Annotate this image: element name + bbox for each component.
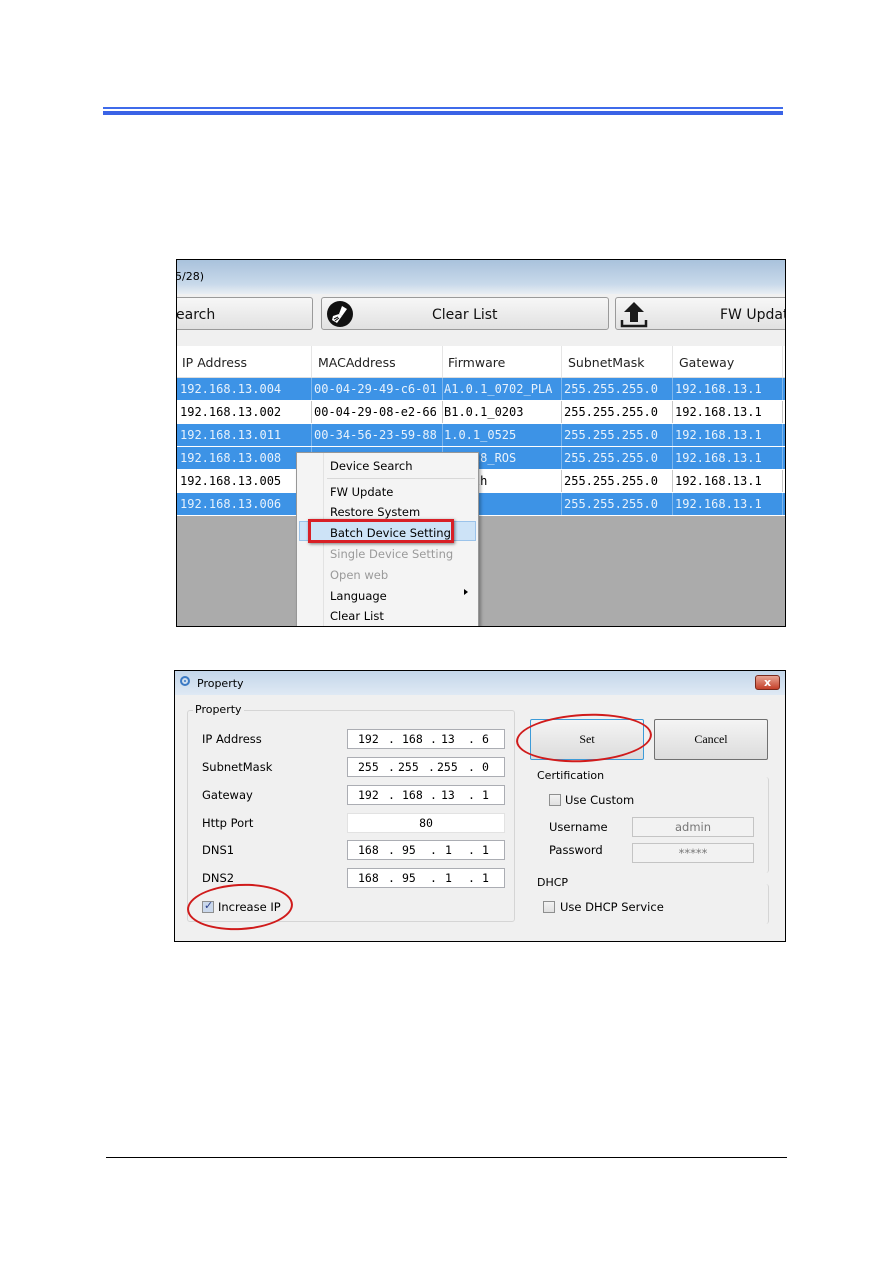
menu-item-fw-update[interactable]: FW Update [330, 485, 393, 499]
table-header: IP Address MACAddress Firmware SubnetMas… [177, 346, 785, 378]
cell-mask: 255.255.255.0 [564, 474, 658, 488]
upload-icon [620, 302, 648, 328]
table-row[interactable]: 192.168.13.004 00-04-29-49-c6-01 A1.0.1_07… [177, 378, 785, 401]
dns1-input[interactable]: 168. 95. 1. 1 [347, 840, 505, 860]
cell-mac: 00-34-56-23-59-88 [314, 428, 437, 442]
dialog-titlebar: Property x [175, 671, 785, 695]
column-header-subnetmask[interactable]: SubnetMask [568, 355, 645, 370]
username-label: Username [549, 820, 608, 834]
table-row[interactable]: 192.168.13.008 2_0428_ROS 255.255.255.0 192… [177, 447, 785, 470]
cell-mask: 255.255.255.0 [564, 428, 658, 442]
broom-icon [327, 301, 353, 327]
header-rule-thick [103, 111, 783, 115]
fw-update-button[interactable]: FW Updat [615, 297, 786, 330]
password-label: Password [549, 843, 603, 857]
gateway-input[interactable]: 192. 168. 13. 1 [347, 785, 505, 805]
use-custom-label: Use Custom [565, 793, 635, 807]
app-icon [180, 676, 190, 686]
dns2-label: DNS2 [202, 871, 235, 885]
menu-item-single-device-setting: Single Device Setting [330, 547, 454, 561]
device-search-label: earch [176, 307, 216, 323]
use-dhcp-label: Use DHCP Service [560, 900, 664, 914]
cell-ip: 192.168.13.006 [180, 497, 282, 511]
cell-firmware: B1.0.1_0203 [444, 405, 524, 419]
clear-list-button[interactable]: Clear List [321, 297, 609, 330]
fw-update-label: FW Updat [720, 307, 786, 323]
gateway-label: Gateway [202, 788, 253, 802]
menu-item-clear-list[interactable]: Clear List [330, 609, 384, 623]
dns1-label: DNS1 [202, 843, 235, 857]
subnetmask-input[interactable]: 255. 255. 255. 0 [347, 757, 505, 777]
column-header-gateway[interactable]: Gateway [679, 355, 734, 370]
clear-list-label: Clear List [432, 307, 498, 323]
table-row[interactable]: 192.168.13.011 00-34-56-23-59-88 1.0.1_052… [177, 424, 785, 447]
close-button[interactable]: x [755, 675, 780, 690]
cell-mask: 255.255.255.0 [564, 405, 658, 419]
table-row[interactable]: 192.168.13.005_1002h255.255.255.0192.168… [177, 470, 785, 493]
username-input[interactable]: admin [632, 817, 754, 837]
column-header-ip[interactable]: IP Address [182, 355, 247, 370]
menu-item-restore-system[interactable]: Restore System [330, 505, 420, 519]
cell-ip: 192.168.13.011 [180, 428, 282, 442]
http-port-label: Http Port [202, 816, 254, 830]
property-dialog: Property x Property IP Address 192. 168.… [174, 670, 786, 942]
cell-gateway: 192.168.13.1 [675, 451, 762, 465]
cell-gateway: 192.168.13.1 [675, 474, 762, 488]
header-rule-thin [103, 107, 783, 109]
ip-address-input[interactable]: 192. 168. 13. 6 [347, 729, 505, 749]
table-row[interactable]: 192.168.13.006206255.255.255.0192.168.13… [177, 493, 785, 516]
submenu-arrow-icon [464, 589, 468, 595]
http-port-input[interactable]: 80 [347, 813, 505, 833]
cell-gateway: 192.168.13.1 [675, 382, 762, 396]
device-search-button[interactable]: earch [176, 297, 313, 330]
property-group-legend: Property [193, 703, 244, 716]
cell-gateway: 192.168.13.1 [675, 497, 762, 511]
table-body: 192.168.13.004 00-04-29-49-c6-01 A1.0.1_07… [177, 378, 785, 516]
cancel-button[interactable]: Cancel [654, 719, 768, 760]
window-titlebar: 5/28) [177, 260, 785, 294]
cell-mac: 00-04-29-49-c6-01 [314, 382, 437, 396]
column-header-mac[interactable]: MACAddress [318, 355, 396, 370]
cell-ip: 192.168.13.004 [180, 382, 282, 396]
menu-item-open-web: Open web [330, 568, 389, 582]
cell-mac: 00-04-29-08-e2-66 [314, 405, 437, 419]
subnetmask-label: SubnetMask [202, 760, 273, 774]
toolbar: earch Clear List FW Updat [177, 294, 785, 346]
use-custom-checkbox[interactable] [549, 794, 561, 806]
cell-ip: 192.168.13.002 [180, 405, 282, 419]
window-title: 5/28) [176, 270, 204, 283]
menu-separator [327, 478, 475, 479]
password-input[interactable]: ***** [632, 843, 754, 863]
column-header-firmware[interactable]: Firmware [448, 355, 505, 370]
cell-ip: 192.168.13.008 [180, 451, 282, 465]
dns2-input[interactable]: 168. 95. 1. 1 [347, 868, 505, 888]
cell-firmware: 1.0.1_0525 [444, 428, 517, 442]
menu-item-device-search[interactable]: Device Search [330, 459, 413, 473]
dialog-title: Property [197, 677, 244, 690]
use-dhcp-checkbox[interactable] [543, 901, 555, 913]
cell-gateway: 192.168.13.1 [675, 405, 762, 419]
ip-address-label: IP Address [202, 732, 262, 746]
device-list-screenshot: 5/28) earch Clear List FW Updat IP Addre… [176, 259, 786, 627]
annotation-highlight-box [308, 519, 454, 543]
device-table: IP Address MACAddress Firmware SubnetMas… [177, 346, 785, 516]
table-row[interactable]: 192.168.13.002 00-04-29-08-e2-66 B1.0.1_02… [177, 401, 785, 424]
cell-mask: 255.255.255.0 [564, 451, 658, 465]
menu-item-language[interactable]: Language [330, 589, 387, 603]
cell-mask: 255.255.255.0 [564, 497, 658, 511]
cell-gateway: 192.168.13.1 [675, 428, 762, 442]
cell-ip: 192.168.13.005 [180, 474, 282, 488]
cell-firmware: A1.0.1_0702_PLA [444, 382, 553, 396]
context-menu: Device Search FW Update Restore System B… [296, 452, 479, 626]
footer-rule [106, 1157, 787, 1158]
cell-mask: 255.255.255.0 [564, 382, 658, 396]
